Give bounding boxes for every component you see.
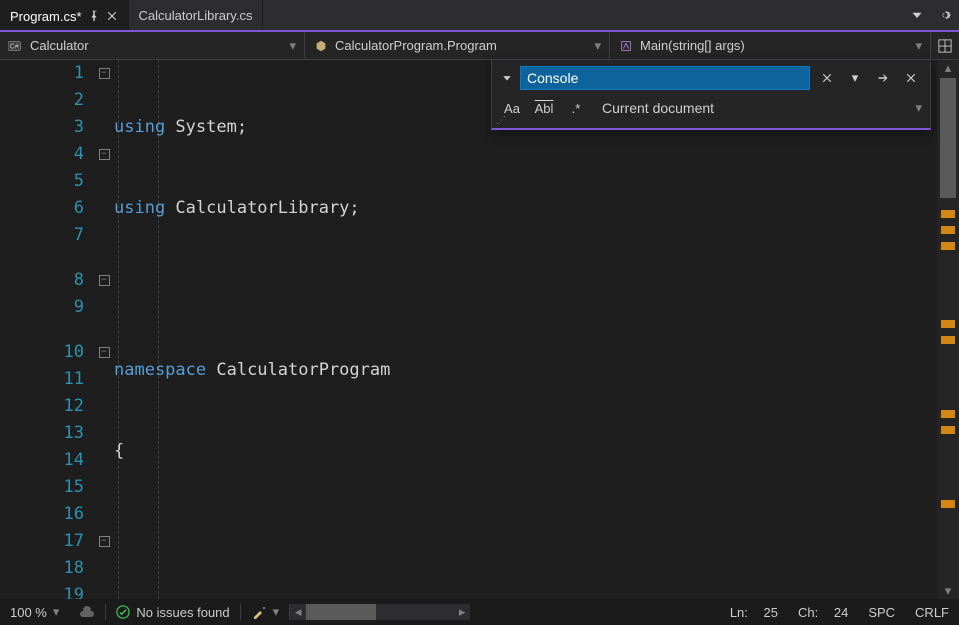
fold-gutter: − − − − −: [94, 60, 114, 599]
nav-member-dropdown[interactable]: Main(string[] args) ▾: [610, 32, 931, 59]
fold-toggle[interactable]: −: [99, 347, 110, 358]
tab-options-button[interactable]: [931, 0, 959, 30]
cleanup-icon[interactable]: ▾: [241, 599, 290, 625]
find-options-dropdown[interactable]: ▾: [844, 67, 866, 89]
check-icon: [116, 605, 130, 619]
tab-calculatorlibrary-cs[interactable]: CalculatorLibrary.cs: [129, 0, 264, 30]
hscroll-thumb[interactable]: [306, 604, 376, 620]
find-in-files-button[interactable]: [900, 67, 922, 89]
chevron-down-icon: ▾: [289, 38, 296, 54]
indent-mode[interactable]: SPC: [858, 599, 905, 625]
resize-grip-icon[interactable]: ⋰: [496, 115, 506, 126]
find-input[interactable]: [520, 66, 810, 90]
find-close-button[interactable]: [816, 67, 838, 89]
code-content[interactable]: using System; using CalculatorLibrary; n…: [114, 60, 937, 599]
chevron-down-icon: ▾: [53, 604, 60, 620]
find-panel: ▾ Aa Abl .* Current document ▾ ⋰: [491, 59, 931, 130]
nav-member-label: Main(string[] args): [640, 38, 745, 53]
horizontal-scrollbar[interactable]: ◂ ▸: [290, 604, 470, 620]
use-regex-toggle[interactable]: .*: [564, 98, 588, 118]
status-bar: 100 % ▾ No issues found ▾ ◂ ▸ Ln: 25 Ch:…: [0, 599, 959, 625]
method-icon: [618, 39, 634, 53]
line-ending-mode[interactable]: CRLF: [905, 599, 959, 625]
fold-toggle[interactable]: −: [99, 275, 110, 286]
tab-overflow-button[interactable]: [903, 0, 931, 30]
caret-column[interactable]: Ch: 24: [788, 599, 858, 625]
scroll-right-button[interactable]: ▸: [454, 604, 470, 620]
scroll-up-button[interactable]: ▴: [937, 60, 959, 76]
scroll-marker: [941, 336, 955, 344]
csharp-project-icon: C#: [8, 39, 24, 53]
caret-position[interactable]: Ln: 25: [720, 599, 788, 625]
tab-program-cs[interactable]: Program.cs*: [0, 0, 129, 30]
class-icon: [313, 39, 329, 53]
fold-toggle[interactable]: −: [99, 68, 110, 79]
tab-title: Program.cs*: [10, 9, 82, 24]
nav-class-label: CalculatorProgram.Program: [335, 38, 497, 53]
scroll-marker: [941, 210, 955, 218]
nav-project-dropdown[interactable]: C# Calculator ▾: [0, 32, 305, 59]
code-navigation-bar: C# Calculator ▾ CalculatorProgram.Progra…: [0, 32, 959, 60]
find-expand-toggle[interactable]: [500, 73, 514, 83]
match-whole-word-toggle[interactable]: Abl: [532, 98, 556, 118]
svg-text:C#: C#: [10, 42, 19, 50]
scroll-marker: [941, 500, 955, 508]
chevron-down-icon[interactable]: ▾: [915, 100, 922, 116]
find-next-button[interactable]: [872, 67, 894, 89]
scroll-left-button[interactable]: ◂: [290, 604, 306, 620]
line-number-gutter: 1 2 3 4 5 6 7 8 9 10 11 12 13 14 15 16 1…: [0, 60, 94, 599]
intellicode-icon[interactable]: [69, 599, 105, 625]
document-tabs-bar: Program.cs* CalculatorLibrary.cs: [0, 0, 959, 32]
zoom-level[interactable]: 100 % ▾: [0, 599, 69, 625]
editor-area: 1 2 3 4 5 6 7 8 9 10 11 12 13 14 15 16 1…: [0, 60, 959, 599]
scroll-marker: [941, 242, 955, 250]
scroll-marker: [941, 410, 955, 418]
scroll-thumb[interactable]: [940, 78, 956, 198]
chevron-down-icon: ▾: [915, 38, 922, 54]
find-scope-label[interactable]: Current document: [602, 100, 907, 116]
scroll-marker: [941, 320, 955, 328]
split-editor-button[interactable]: [931, 32, 959, 59]
tabs-spacer: [263, 0, 903, 30]
vertical-scrollbar[interactable]: ▴ ▾: [937, 60, 959, 599]
fold-toggle[interactable]: −: [99, 536, 110, 547]
error-status[interactable]: No issues found: [106, 599, 239, 625]
close-icon[interactable]: [106, 10, 118, 22]
scroll-marker: [941, 426, 955, 434]
nav-class-dropdown[interactable]: CalculatorProgram.Program ▾: [305, 32, 610, 59]
nav-project-label: Calculator: [30, 38, 89, 53]
scroll-marker: [941, 226, 955, 234]
code-editor[interactable]: 1 2 3 4 5 6 7 8 9 10 11 12 13 14 15 16 1…: [0, 60, 937, 599]
scroll-down-button[interactable]: ▾: [937, 583, 959, 599]
tab-title: CalculatorLibrary.cs: [139, 8, 253, 23]
chevron-down-icon: ▾: [594, 38, 601, 54]
pin-icon[interactable]: [88, 10, 100, 22]
fold-toggle[interactable]: −: [99, 149, 110, 160]
